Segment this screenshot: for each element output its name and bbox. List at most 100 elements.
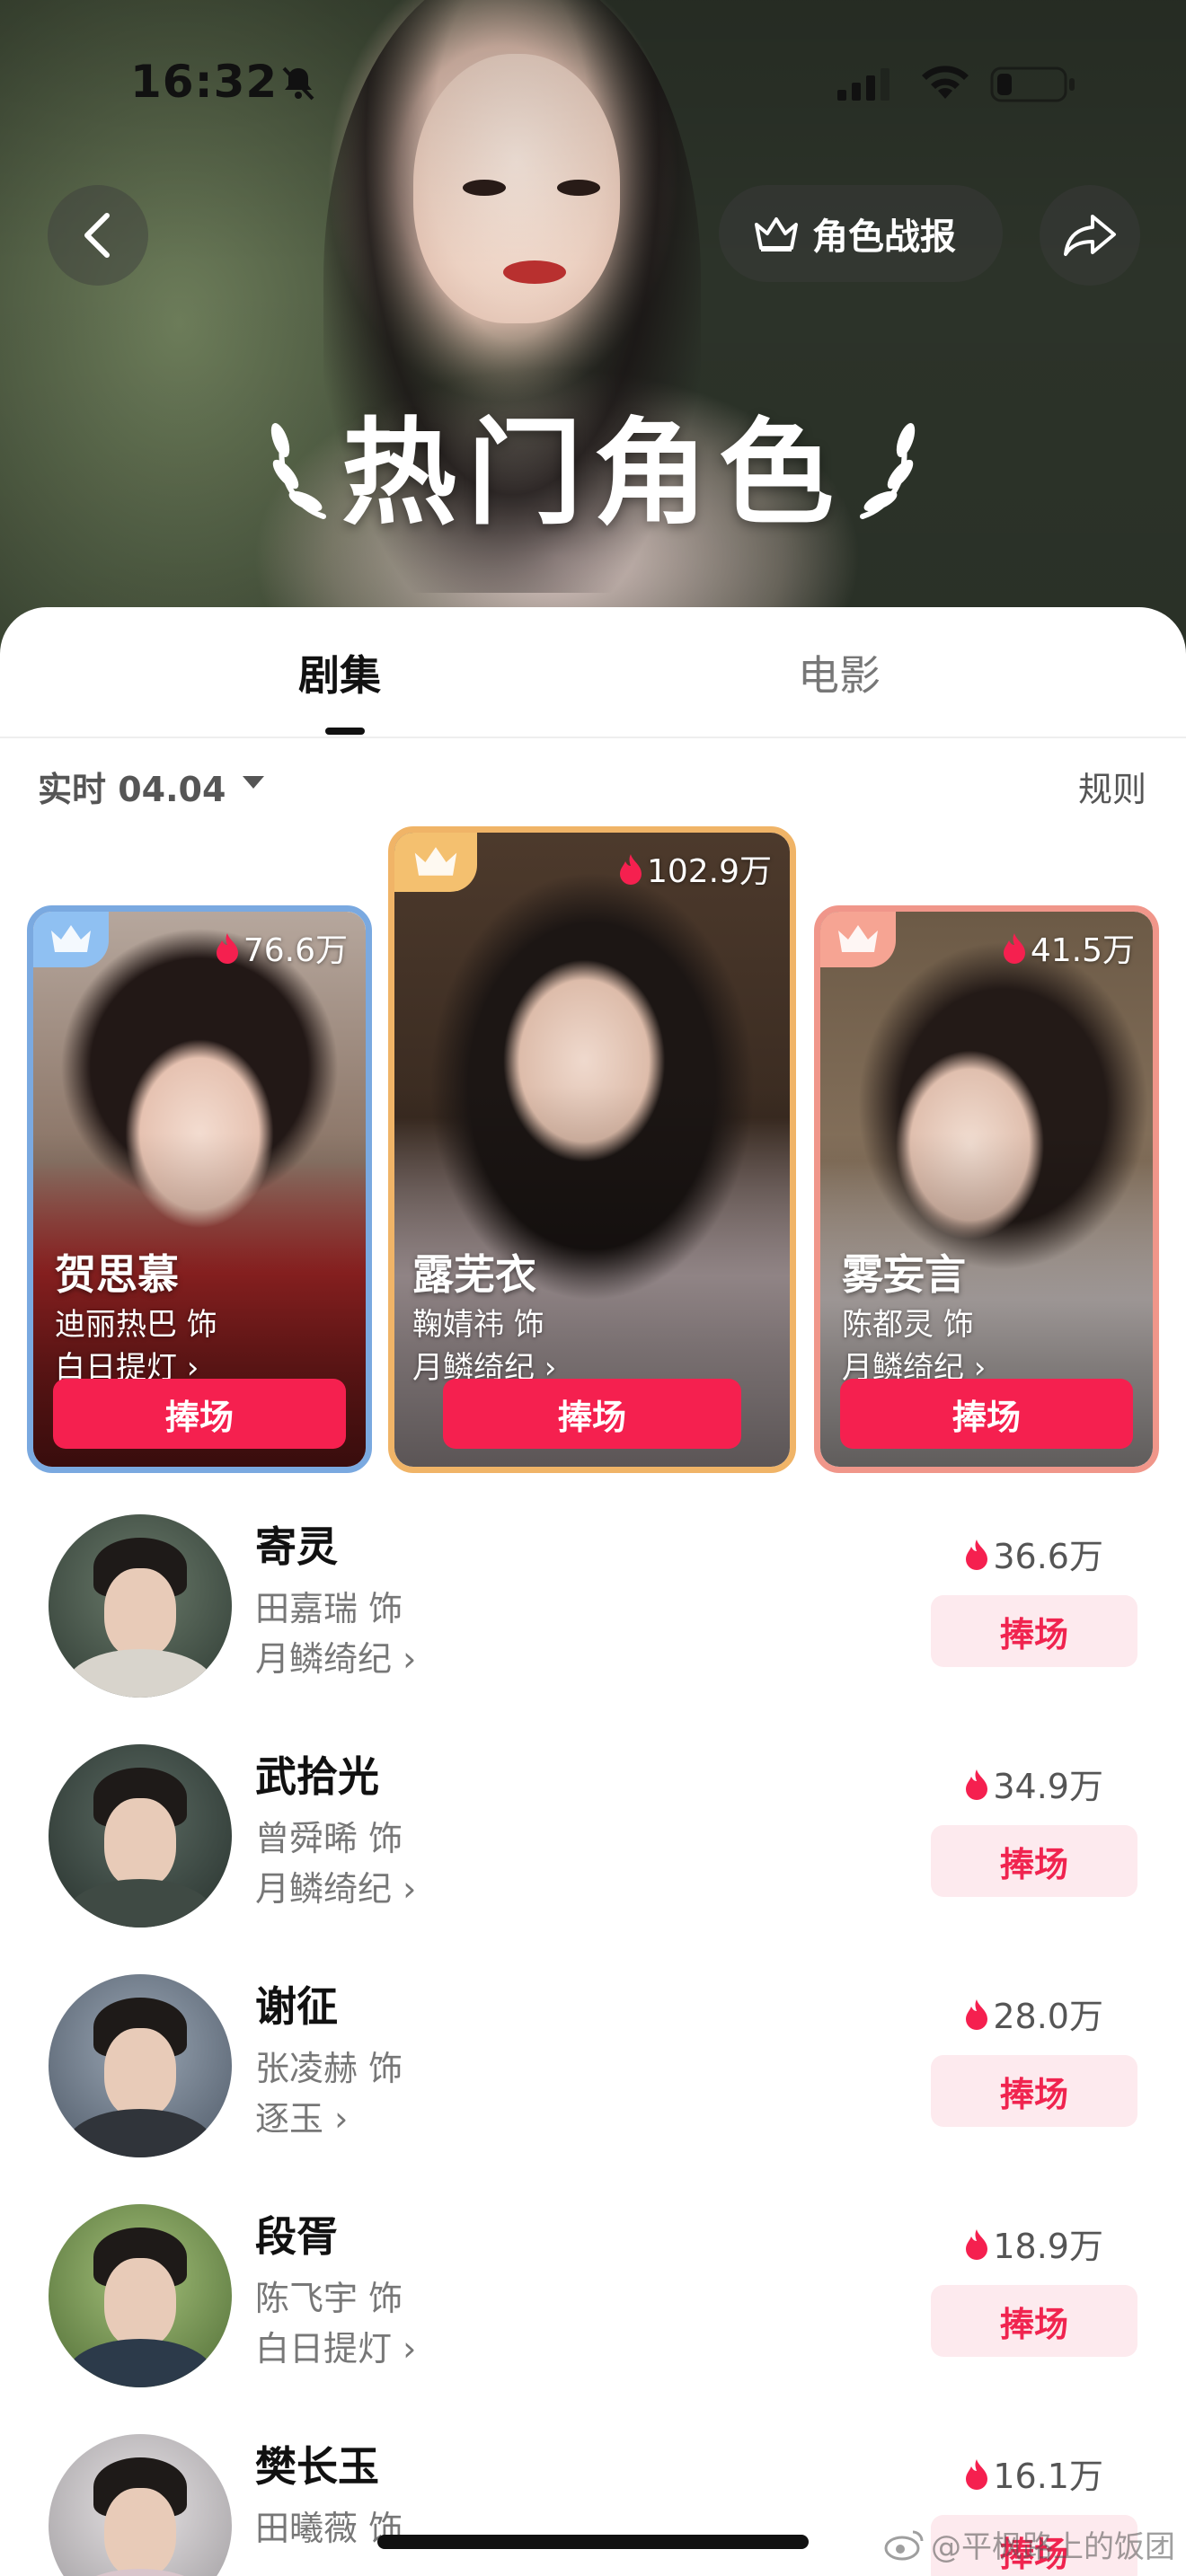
support-button[interactable]: 捧场 (931, 2055, 1137, 2127)
flame-icon (966, 1769, 988, 1800)
tab-movie[interactable]: 电影 (798, 643, 881, 700)
chevron-left-icon (84, 213, 110, 258)
watermark: @平枫路上的饭团 (884, 2522, 1175, 2566)
character-name: 樊长玉 (255, 2442, 379, 2491)
flame-icon (966, 1539, 988, 1570)
actor-name: 张凌赫 饰 (255, 2049, 403, 2088)
back-button[interactable] (48, 185, 148, 286)
character-name: 贺思慕 (55, 1250, 179, 1299)
cellular-signal-icon (837, 68, 890, 101)
avatar-robe (66, 2109, 214, 2157)
actor-name: 陈都灵 饰 (842, 1307, 974, 1343)
heat-value: 28.0万 (993, 1997, 1103, 2036)
watermark-text: @平枫路上的饭团 (931, 2529, 1175, 2565)
home-indicator[interactable] (377, 2535, 809, 2549)
actor-name: 陈飞宇 饰 (255, 2279, 403, 2318)
podium-card-rank-3[interactable]: 41.5万 雾妄言 陈都灵 饰 月鳞绮纪 › 捧场 (814, 905, 1159, 1473)
avatar (49, 1744, 232, 1928)
character-name: 武拾光 (255, 1752, 379, 1801)
laurel-right-icon (860, 423, 916, 519)
weibo-logo-icon (884, 2530, 924, 2560)
support-button[interactable]: 捧场 (931, 2285, 1137, 2357)
page-title: 热门角色 (341, 406, 845, 541)
share-button[interactable] (1040, 185, 1140, 286)
support-button[interactable]: 捧场 (931, 1825, 1137, 1897)
caret-down-icon[interactable] (243, 776, 264, 789)
tab-series[interactable]: 剧集 (298, 643, 381, 700)
role-report-button[interactable]: 角色战报 (719, 185, 1003, 282)
actor-name: 鞠婧祎 饰 (412, 1307, 544, 1343)
hero-banner: 16:32 角色战报 热门角色 (0, 0, 1186, 665)
avatar (49, 2204, 232, 2387)
heat-count: 36.6万 (964, 1529, 1103, 1578)
share-arrow-icon (1064, 215, 1116, 256)
category-tabs: 剧集 电影 (0, 607, 1186, 738)
flame-icon (966, 2228, 988, 2260)
support-button[interactable]: 捧场 (931, 1595, 1137, 1667)
avatar-robe (66, 2569, 214, 2576)
heat-count: 28.0万 (964, 1989, 1103, 2038)
character-name: 雾妄言 (842, 1250, 966, 1299)
avatar (49, 1514, 232, 1698)
rank-crown-badge (394, 833, 477, 892)
ranking-sheet: 剧集 电影 实时 04.04 规则 76.6万 贺思慕 迪丽热巴 饰 白日提灯 … (0, 607, 1186, 2576)
character-name: 寄灵 (255, 1522, 338, 1571)
rules-link[interactable]: 规则 (1078, 762, 1146, 811)
crown-icon (838, 925, 878, 952)
avatar (49, 2434, 232, 2576)
avatar-face (104, 1798, 176, 1888)
flame-icon (966, 1998, 988, 2030)
heat-value: 34.9万 (993, 1767, 1103, 1806)
heat-value: 41.5万 (1030, 932, 1135, 969)
crown-icon (414, 847, 457, 876)
avatar-face (104, 2488, 176, 2576)
support-button[interactable]: 捧场 (840, 1379, 1133, 1449)
rank-crown-badge (820, 912, 896, 967)
date-filter-dropdown[interactable]: 实时 04.04 (38, 762, 226, 811)
list-item[interactable]: 段胥 陈飞宇 饰 白日提灯 › 18.9万 捧场 (0, 2202, 1186, 2400)
flame-icon (216, 933, 238, 964)
flame-icon (1003, 933, 1025, 964)
actor-name: 迪丽热巴 饰 (55, 1307, 217, 1343)
heat-value: 36.6万 (993, 1537, 1103, 1576)
actor-name: 田嘉瑞 饰 (255, 1589, 403, 1628)
character-name: 谢征 (255, 1982, 338, 2031)
crown-outline-icon (755, 217, 798, 251)
character-name: 露芜衣 (412, 1250, 536, 1299)
heat-count: 18.9万 (964, 2219, 1103, 2268)
flame-icon (966, 2458, 988, 2490)
wifi-icon (922, 66, 969, 99)
avatar (49, 1974, 232, 2157)
show-link[interactable]: 月鳞绮纪 › (255, 1861, 416, 1910)
avatar-face (104, 1568, 176, 1658)
heat-value: 102.9万 (646, 853, 772, 890)
rank-crown-badge (33, 912, 109, 967)
heat-count: 41.5万 (1002, 924, 1135, 971)
podium-card-rank-2[interactable]: 76.6万 贺思慕 迪丽热巴 饰 白日提灯 › 捧场 (27, 905, 372, 1473)
avatar-robe (66, 1879, 214, 1928)
heat-count: 102.9万 (618, 845, 772, 892)
show-link[interactable]: 逐玉 › (255, 2091, 348, 2140)
list-item[interactable]: 寄灵 田嘉瑞 饰 月鳞绮纪 › 36.6万 捧场 (0, 1513, 1186, 1710)
battery-icon (990, 66, 1075, 102)
tab-active-indicator (325, 728, 365, 735)
avatar-face (104, 2258, 176, 2348)
show-link[interactable]: 月鳞绮纪 › (255, 1631, 416, 1681)
laurel-left-icon (270, 423, 326, 519)
list-item[interactable]: 武拾光 曾舜晞 饰 月鳞绮纪 › 34.9万 捧场 (0, 1742, 1186, 1940)
list-item[interactable]: 谢征 张凌赫 饰 逐玉 › 28.0万 捧场 (0, 1972, 1186, 2170)
support-button[interactable]: 捧场 (443, 1379, 741, 1449)
filter-bar: 实时 04.04 规则 (0, 754, 1186, 817)
crown-icon (51, 925, 91, 952)
heat-count: 16.1万 (964, 2448, 1103, 2498)
support-button[interactable]: 捧场 (53, 1379, 346, 1449)
heat-count: 34.9万 (964, 1759, 1103, 1808)
character-name: 段胥 (255, 2212, 338, 2261)
avatar-robe (66, 2339, 214, 2387)
podium-card-rank-1[interactable]: 102.9万 露芜衣 鞠婧祎 饰 月鳞绮纪 › 捧场 (388, 826, 796, 1473)
heat-value: 16.1万 (993, 2457, 1103, 2496)
status-time: 16:32 (130, 56, 279, 108)
show-link[interactable]: 白日提灯 › (255, 2321, 416, 2370)
heat-value: 18.9万 (993, 2227, 1103, 2266)
role-report-label: 角色战报 (812, 216, 956, 258)
